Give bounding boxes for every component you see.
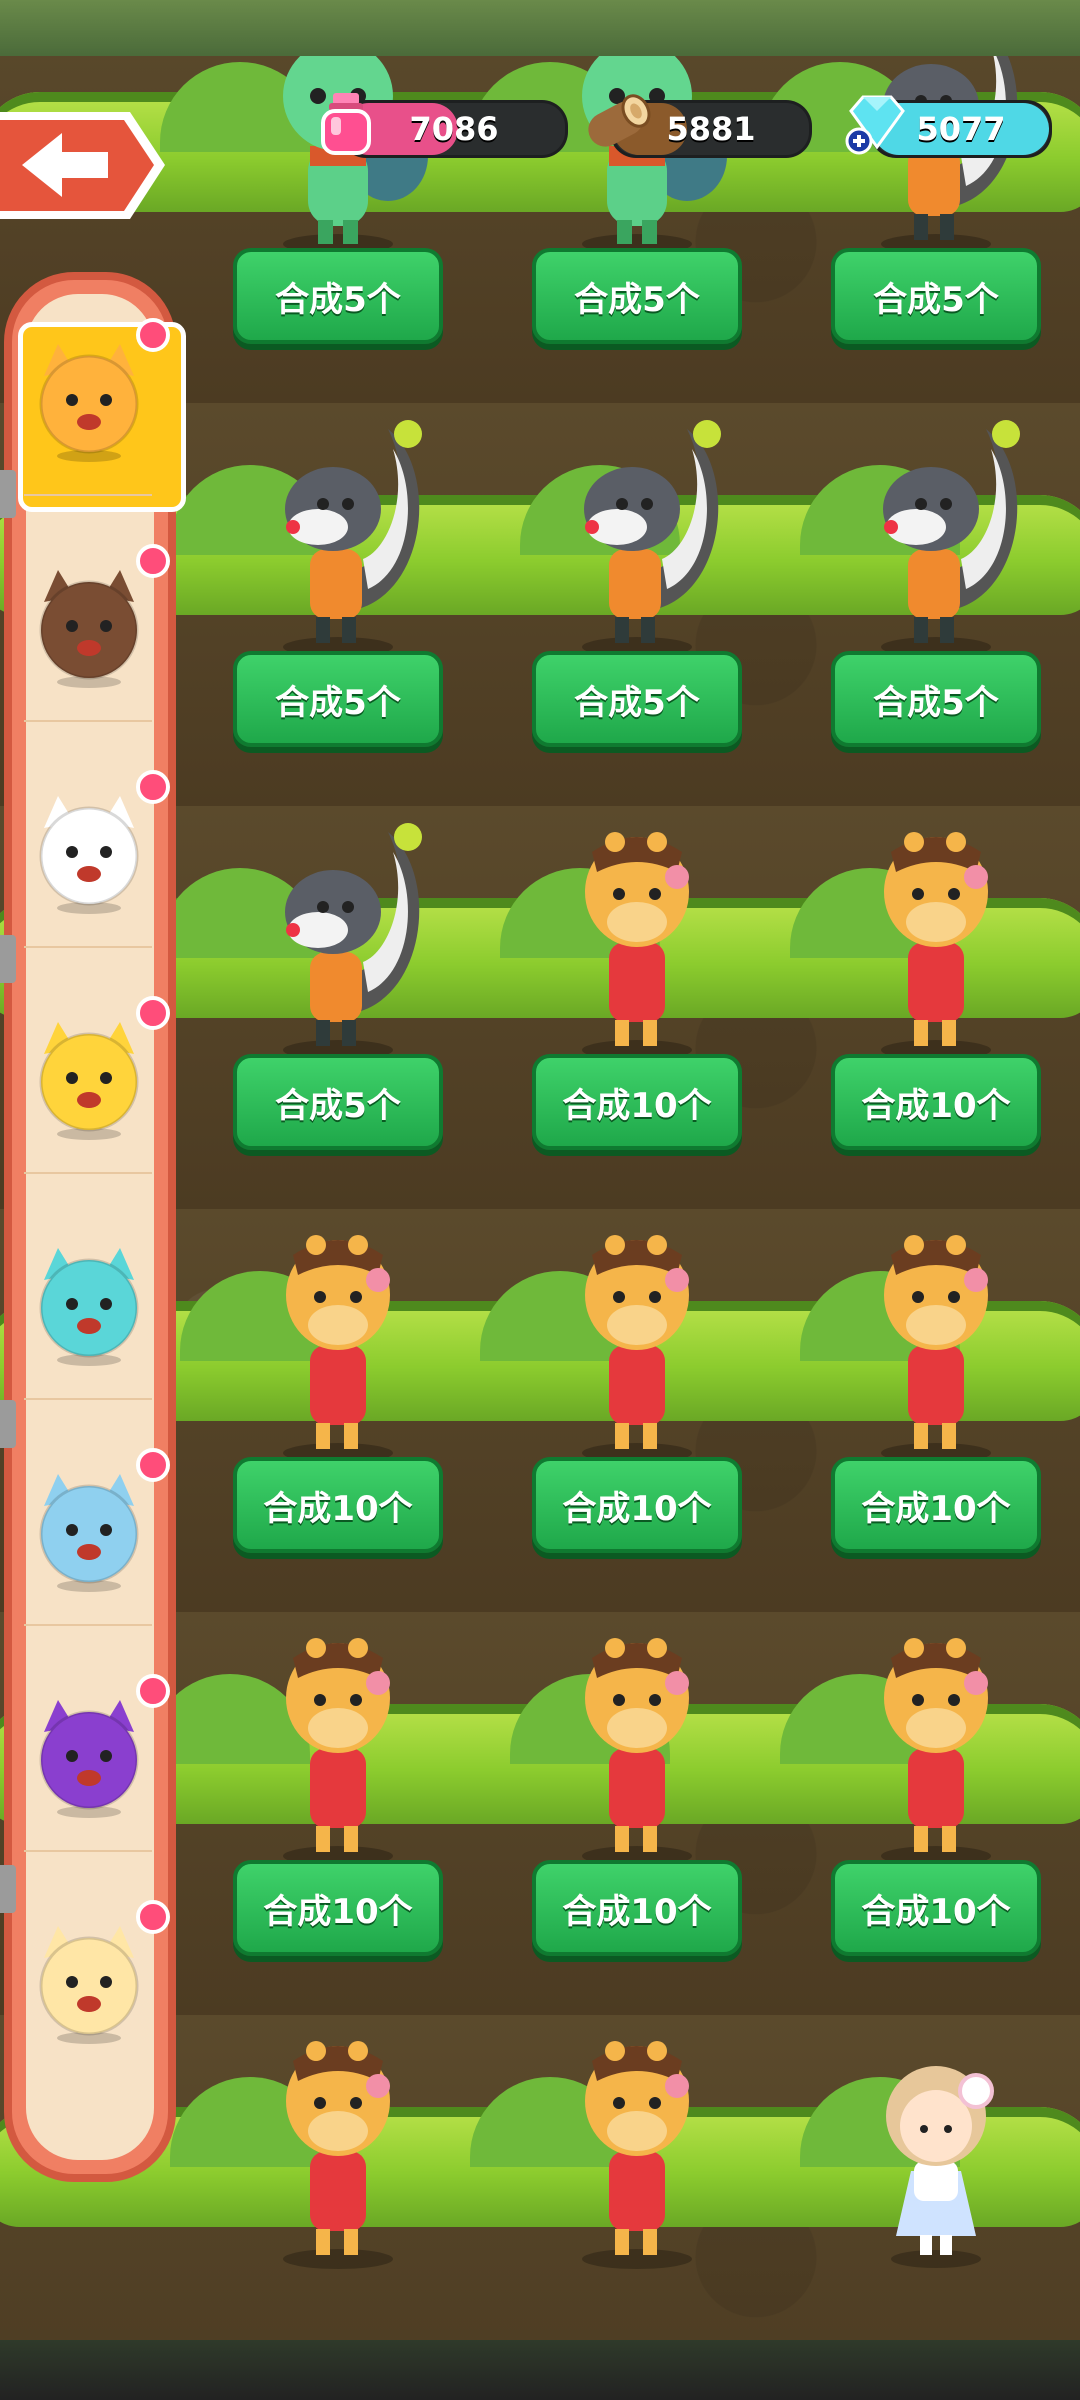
grid-cell[interactable]: 合成5个 xyxy=(786,403,1080,806)
grid-cell[interactable]: 合成10个 xyxy=(487,806,787,1209)
skunk-icon xyxy=(283,420,422,657)
giraffe-icon xyxy=(582,1638,692,1866)
grid-cell[interactable]: 合成10个 xyxy=(487,1612,787,2015)
back-button[interactable] xyxy=(0,108,165,223)
merge-button[interactable]: 合成5个 xyxy=(233,248,443,344)
grid-cell[interactable]: 合成10个 xyxy=(188,1209,488,1612)
sidebar-item-orange-cat[interactable] xyxy=(14,286,186,512)
notification-badge xyxy=(136,1448,170,1482)
merge-button[interactable]: 合成10个 xyxy=(532,1457,742,1553)
merge-button[interactable]: 合成5个 xyxy=(233,651,443,747)
merge-button[interactable]: 合成10个 xyxy=(831,1860,1041,1956)
merge-button[interactable]: 合成10个 xyxy=(233,1457,443,1553)
giraffe-icon xyxy=(582,832,692,1060)
grid-cell[interactable]: 合成5个 xyxy=(487,403,787,806)
brown-bear-icon xyxy=(39,570,139,688)
giraffe-icon xyxy=(582,2041,692,2269)
yellow-cow-icon xyxy=(39,1926,139,2044)
sidebar-divider xyxy=(24,494,152,496)
merge-button[interactable]: 合成5个 xyxy=(532,248,742,344)
sidebar-item-brown-bear[interactable] xyxy=(14,512,170,722)
wood-log-icon xyxy=(588,94,651,147)
potion-bottle-icon xyxy=(321,93,371,155)
notification-badge xyxy=(136,996,170,1030)
skunk-icon xyxy=(582,420,721,657)
notification-badge xyxy=(136,544,170,578)
giraffe-icon xyxy=(881,1638,991,1866)
merge-button[interactable]: 合成5个 xyxy=(532,651,742,747)
sidebar-divider xyxy=(24,946,152,948)
grid-cell[interactable]: 合成5个 xyxy=(188,403,488,806)
diamond-plus-icon[interactable] xyxy=(841,89,911,159)
grid-cell[interactable] xyxy=(786,2015,1080,2342)
merge-button[interactable]: 合成5个 xyxy=(233,1054,443,1150)
grid-cell[interactable]: 合成10个 xyxy=(786,1209,1080,1612)
notification-badge xyxy=(136,1674,170,1708)
sidebar-divider xyxy=(24,1850,152,1852)
sidebar-item-yellow-cow[interactable] xyxy=(14,1868,170,2078)
giraffe-icon xyxy=(283,1638,393,1866)
notification-badge xyxy=(136,770,170,804)
skunk-icon xyxy=(283,823,422,1060)
wood-counter[interactable]: 5881 xyxy=(588,94,812,158)
white-rabbit-icon xyxy=(39,796,139,914)
merge-button[interactable]: 合成5个 xyxy=(831,248,1041,344)
sidebar-divider xyxy=(24,1624,152,1626)
notification-badge xyxy=(136,318,170,352)
gem-counter[interactable]: 5077 xyxy=(845,95,1052,158)
sidebar-item-blue-cat[interactable] xyxy=(14,1416,170,1626)
giraffe-icon xyxy=(881,1235,991,1463)
merge-button[interactable]: 合成10个 xyxy=(532,1054,742,1150)
girl-with-flower-icon xyxy=(886,2066,994,2268)
sidebar-divider xyxy=(24,1172,152,1174)
yellow-blue-chick-icon xyxy=(39,1022,139,1140)
sidebar-item-yellow-blue-chick[interactable] xyxy=(14,964,170,1174)
merge-button[interactable]: 合成5个 xyxy=(831,651,1041,747)
notification-badge xyxy=(136,1900,170,1934)
giraffe-icon xyxy=(582,1235,692,1463)
purple-bird-icon xyxy=(39,1700,139,1818)
cyan-jelly-icon xyxy=(39,1248,139,1366)
giraffe-icon xyxy=(283,1235,393,1463)
sidebar-divider xyxy=(24,1398,152,1400)
top-background-strip xyxy=(0,0,1080,56)
grid-cell[interactable]: 合成10个 xyxy=(786,806,1080,1209)
grid-cell[interactable]: 合成10个 xyxy=(188,1612,488,2015)
skunk-icon xyxy=(881,420,1020,657)
blue-cat-icon xyxy=(39,1474,139,1592)
sidebar-item-white-rabbit[interactable] xyxy=(14,738,170,948)
bottom-background-strip xyxy=(0,2340,1080,2400)
sidebar-item-purple-bird[interactable] xyxy=(14,1642,170,1852)
grid-cell[interactable] xyxy=(188,2015,488,2342)
giraffe-icon xyxy=(881,832,991,1060)
orange-cat-icon xyxy=(39,344,139,462)
grid-cell[interactable]: 合成5个 xyxy=(188,806,488,1209)
grid-cell[interactable]: 合成10个 xyxy=(786,1612,1080,2015)
grid-cell[interactable]: 合成10个 xyxy=(487,1209,787,1612)
sidebar-divider xyxy=(24,720,152,722)
merge-button[interactable]: 合成10个 xyxy=(532,1860,742,1956)
potion-counter[interactable]: 7086 xyxy=(321,93,568,158)
sidebar-item-cyan-jelly[interactable] xyxy=(14,1190,162,1400)
grid-cell[interactable] xyxy=(487,2015,787,2342)
merge-button[interactable]: 合成10个 xyxy=(233,1860,443,1956)
merge-button[interactable]: 合成10个 xyxy=(831,1054,1041,1150)
merge-button[interactable]: 合成10个 xyxy=(831,1457,1041,1553)
giraffe-icon xyxy=(283,2041,393,2269)
